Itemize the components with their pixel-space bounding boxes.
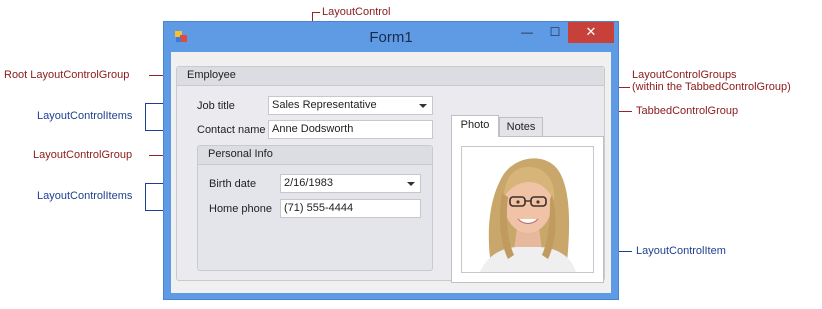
photo-image[interactable] <box>461 146 594 273</box>
annotation-layout-control-group: LayoutControlGroup <box>33 149 133 161</box>
form-window: Form1 — ☐ ✕ Employee Job title Sales Rep… <box>163 21 619 300</box>
annotation-line-1: LayoutControlGroups <box>632 69 737 81</box>
leader-line <box>145 103 146 131</box>
employee-group: Employee Job title Sales Representative … <box>176 66 605 283</box>
job-title-combo[interactable]: Sales Representative <box>268 96 433 115</box>
chevron-down-icon[interactable] <box>419 104 427 108</box>
home-phone-field[interactable]: (71) 555-4444 <box>280 199 421 218</box>
leader-line <box>312 12 320 13</box>
personal-info-group-title: Personal Info <box>208 148 273 160</box>
leader-line <box>145 183 146 211</box>
employee-photo <box>462 147 593 272</box>
annotation-layout-control-item: LayoutControlItem <box>636 245 726 257</box>
close-button[interactable]: ✕ <box>568 22 614 43</box>
employee-group-header: Employee <box>177 67 604 86</box>
employee-group-title: Employee <box>187 69 236 81</box>
home-phone-label: Home phone <box>209 203 272 215</box>
layout-control: Employee Job title Sales Representative … <box>171 52 611 293</box>
chevron-down-icon[interactable] <box>407 182 415 186</box>
birth-date-value: 2/16/1983 <box>284 177 333 189</box>
annotation-tabbed-control-group: TabbedControlGroup <box>636 105 739 117</box>
contact-name-value: Anne Dodsworth <box>272 123 354 135</box>
annotation-groups-in-tabbed: LayoutControlGroups (within the TabbedCo… <box>632 69 791 93</box>
personal-info-group: Personal Info Birth date 2/16/1983 Home … <box>197 145 433 271</box>
annotation-layout-control: LayoutControl <box>322 6 391 18</box>
maximize-button[interactable]: ☐ <box>542 22 568 43</box>
birth-date-combo[interactable]: 2/16/1983 <box>280 174 421 193</box>
contact-name-label: Contact name <box>197 124 266 136</box>
birth-date-label: Birth date <box>209 178 257 190</box>
annotation-line-2: (within the TabbedControlGroup) <box>632 81 791 93</box>
contact-name-field[interactable]: Anne Dodsworth <box>268 120 433 139</box>
tab-photo[interactable]: Photo <box>451 115 499 137</box>
annotation-root-group: Root LayoutControlGroup <box>4 69 130 81</box>
tab-notes[interactable]: Notes <box>499 117 543 137</box>
personal-info-group-header: Personal Info <box>198 146 432 165</box>
tabbed-control-group-page <box>451 136 604 283</box>
job-title-label: Job title <box>197 100 235 112</box>
title-bar[interactable]: Form1 — ☐ ✕ <box>164 22 618 52</box>
home-phone-value: (71) 555-4444 <box>284 202 354 214</box>
minimize-button[interactable]: — <box>514 22 540 43</box>
annotation-layout-control-items-1: LayoutControlItems <box>37 110 133 122</box>
job-title-value: Sales Representative <box>272 99 377 111</box>
annotation-layout-control-items-2: LayoutControlItems <box>37 190 133 202</box>
